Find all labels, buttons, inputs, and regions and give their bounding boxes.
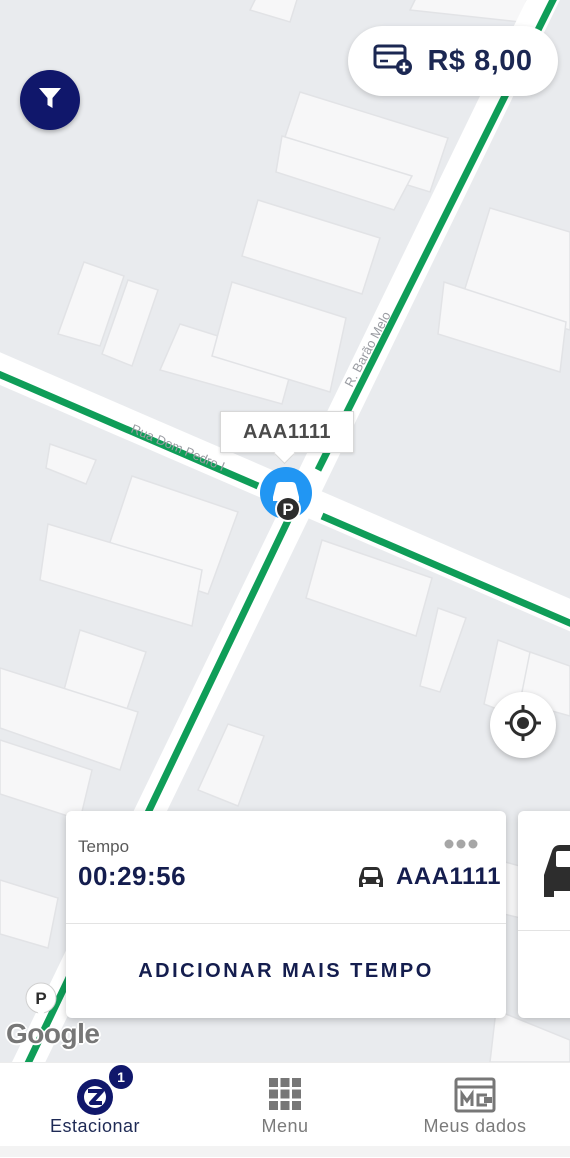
nav-item-meus-dados[interactable]: Meus dados [380,1063,570,1158]
my-location-button[interactable] [490,692,556,758]
nav-item-estacionar[interactable]: 1 Estacionar [0,1063,190,1158]
filter-icon [36,84,64,117]
svg-text:P: P [35,989,46,1008]
car-icon [356,865,386,896]
parking-marker[interactable]: P [24,982,58,1023]
system-bar-strip [0,1146,570,1157]
nav-label-meus-dados: Meus dados [423,1116,527,1136]
balance-pill[interactable]: R$ 8,00 [348,26,558,96]
vehicle-plate: AAA1111 [396,863,501,890]
more-options-icon[interactable] [444,837,478,855]
svg-text:P: P [282,500,293,519]
car-pin-icon: P [260,467,312,522]
next-session-card[interactable] [518,811,570,1018]
nav-item-menu[interactable]: Menu [190,1063,380,1158]
map-plate-callout: AAA1111 [220,411,354,453]
balance-amount: R$ 8,00 [427,44,533,77]
add-more-time-button[interactable]: ADICIONAR MAIS TEMPO [66,924,506,1018]
parking-session-card[interactable]: Tempo 00:29:56 AAA1111 ADICIONAR MAIS TE… [66,811,506,1018]
nav-label-estacionar: Estacionar [49,1116,141,1136]
crosshair-icon [504,704,542,747]
notification-badge: 1 [107,1063,135,1091]
time-label: Tempo [78,837,130,856]
car-icon [542,841,570,908]
filter-button[interactable] [20,70,80,130]
nav-label-menu: Menu [261,1116,309,1136]
zul-logo-icon [0,1077,190,1117]
card-divider [518,930,570,931]
grid-icon [190,1077,380,1111]
parked-car-pin[interactable]: P [258,465,314,530]
credit-card-add-icon [373,43,413,80]
time-remaining: 00:29:56 [78,861,187,891]
google-attribution: Google [6,1018,100,1049]
id-card-icon [380,1077,570,1113]
bottom-navigation: 1 Estacionar Menu Meus dados [0,1062,570,1158]
parking-pin-icon: P [25,982,57,1017]
